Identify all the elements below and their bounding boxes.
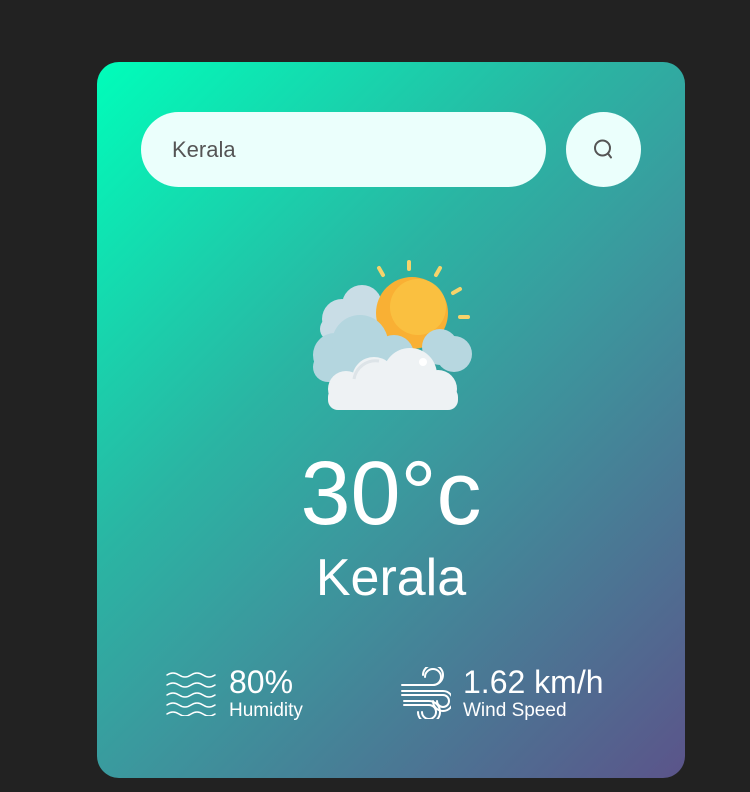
city-name: Kerala xyxy=(315,549,467,607)
wind-detail: 1.62 km/h Wind Speed xyxy=(399,664,604,722)
wind-icon xyxy=(401,667,451,719)
wind-speed-label: Wind Speed xyxy=(463,700,567,721)
humidity-detail: 80% Humidity xyxy=(165,664,303,722)
weather-card: 30°c Kerala 80% Humidity xyxy=(97,62,685,778)
partly-cloudy-icon xyxy=(313,260,472,410)
temperature: 30°c xyxy=(300,444,482,544)
humidity-label: Humidity xyxy=(229,700,303,721)
wind-speed-value: 1.62 km/h xyxy=(463,664,604,700)
humidity-waves-icon xyxy=(166,672,216,716)
search-icon xyxy=(593,139,612,158)
search-input[interactable] xyxy=(141,112,546,187)
search-button[interactable] xyxy=(566,112,641,187)
humidity-value: 80% xyxy=(229,664,294,700)
